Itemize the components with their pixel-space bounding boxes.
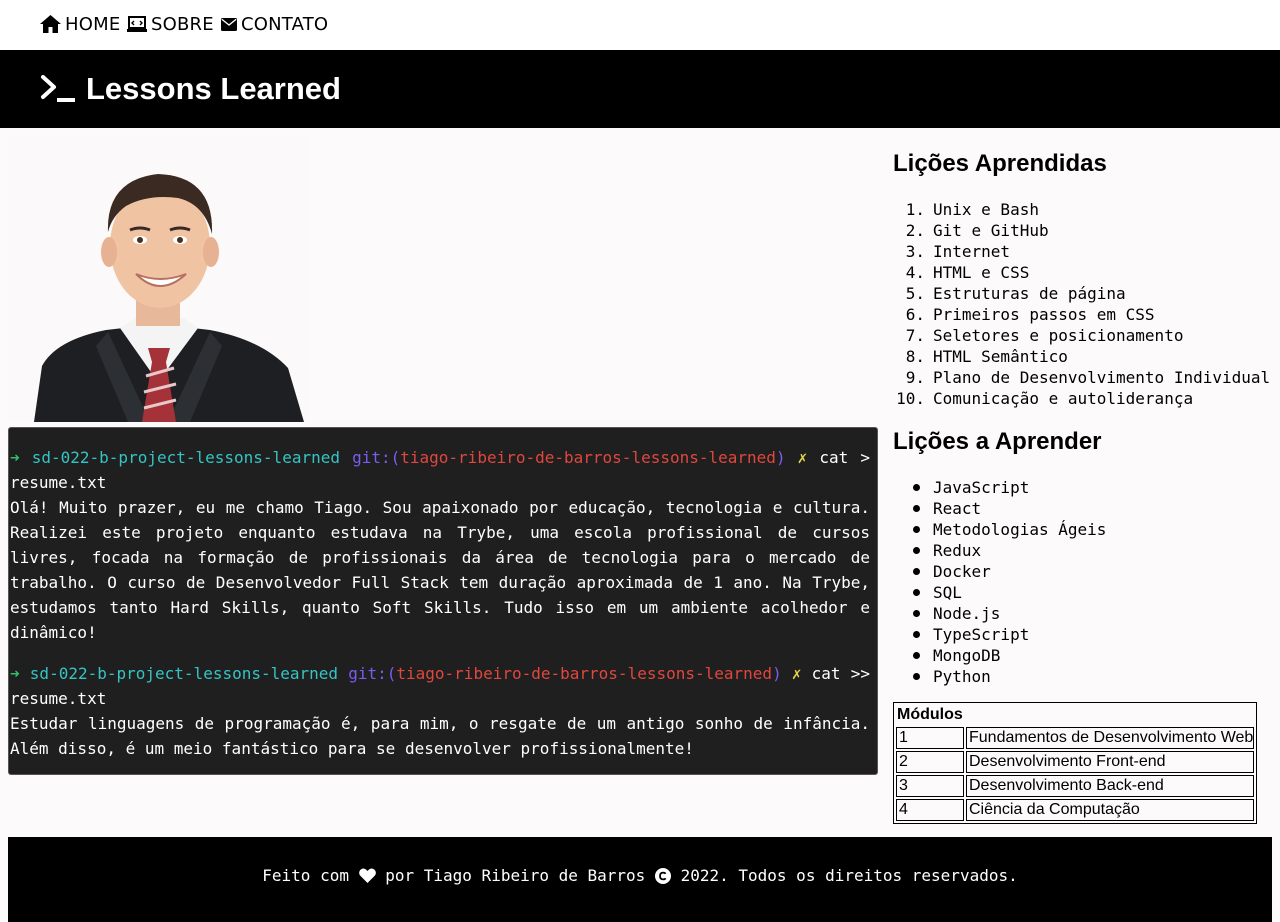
list-item: Python bbox=[893, 666, 1106, 687]
list-item: TypeScript bbox=[893, 624, 1106, 645]
bullet-icon bbox=[913, 589, 920, 596]
site-header: Lessons Learned bbox=[0, 50, 1280, 128]
footer-author: por Tiago Ribeiro de Barros bbox=[375, 866, 655, 885]
nav-home-label: HOME bbox=[65, 13, 121, 35]
table-cell-module: Fundamentos de Desenvolvimento Web bbox=[966, 727, 1254, 749]
terminal-branch-name: tiago-ribeiro-de-barros-lessons-learned bbox=[400, 448, 776, 467]
bullet-icon bbox=[913, 526, 920, 533]
top-navigation: HOME SOBRE CONTATO bbox=[0, 0, 1280, 50]
site-title: Lessons Learned bbox=[40, 50, 341, 128]
bullet-icon bbox=[913, 652, 920, 659]
list-item: SQL bbox=[893, 582, 1106, 603]
list-item: 9. Plano de Desenvolvimento Individual bbox=[905, 368, 1271, 387]
learned-list: 1. Unix e Bash 2. Git e GitHub 3. Internet … bbox=[893, 199, 1270, 409]
site-title-text: Lessons Learned bbox=[86, 71, 341, 106]
to-learn-list: JavaScript React Metodologias Ágeis Redu… bbox=[893, 477, 1106, 687]
terminal-repo-name: sd-022-b-project-lessons-learned bbox=[31, 448, 340, 467]
table-cell-num: 2 bbox=[896, 751, 964, 773]
nav-contato-link[interactable]: CONTATO bbox=[221, 12, 328, 36]
terminal-dirty-mark: ✗ bbox=[797, 448, 808, 467]
nav-sobre-label: SOBRE bbox=[151, 13, 214, 35]
table-cell-num: 1 bbox=[896, 727, 964, 749]
footer-text: Feito com por Tiago Ribeiro de Barros 20… bbox=[262, 866, 1017, 885]
terminal-git-prefix: git:( bbox=[348, 664, 397, 683]
modules-table-caption: Módulos bbox=[897, 706, 963, 723]
list-item: 7. Seletores e posicionamento bbox=[905, 326, 1184, 345]
terminal-file-1: resume.txt bbox=[10, 473, 107, 492]
prompt-arrow-icon: ➜ bbox=[10, 448, 20, 467]
terminal-git-suffix: ) bbox=[772, 664, 782, 683]
prompt-arrow-icon: ➜ bbox=[10, 664, 20, 683]
terminal-dirty-mark: ✗ bbox=[791, 664, 802, 683]
laptop-code-icon bbox=[127, 16, 147, 32]
profile-photo bbox=[8, 136, 308, 422]
list-item: Node.js bbox=[893, 603, 1106, 624]
terminal-repo-name: sd-022-b-project-lessons-learned bbox=[29, 664, 339, 683]
to-learn-heading: Lições a Aprender bbox=[893, 428, 1102, 455]
list-item: Docker bbox=[893, 561, 1106, 582]
heart-icon bbox=[358, 868, 376, 883]
terminal-entry-2: ➜ sd-022-b-project-lessons-learned git:(… bbox=[10, 661, 870, 761]
learned-heading: Lições Aprendidas bbox=[893, 150, 1107, 177]
terminal-git-prefix: git:( bbox=[352, 448, 401, 467]
footer-suffix: 2022. Todos os direitos reservados. bbox=[670, 866, 1018, 885]
terminal-icon bbox=[41, 75, 75, 102]
table-cell-module: Desenvolvimento Front-end bbox=[966, 751, 1254, 773]
site-footer: Feito com por Tiago Ribeiro de Barros 20… bbox=[8, 837, 1272, 922]
bullet-icon bbox=[913, 547, 920, 554]
table-cell-module: Desenvolvimento Back-end bbox=[966, 775, 1254, 797]
bullet-icon bbox=[913, 484, 920, 491]
bullet-icon bbox=[913, 568, 920, 575]
envelope-icon bbox=[221, 17, 237, 31]
bullet-icon bbox=[913, 610, 920, 617]
terminal-git-suffix: ) bbox=[775, 448, 786, 467]
footer-prefix: Feito com bbox=[262, 866, 359, 885]
terminal-output-1: Olá! Muito prazer, eu me chamo Tiago. So… bbox=[10, 498, 870, 642]
nav-sobre-link[interactable]: SOBRE bbox=[127, 12, 214, 36]
list-item: JavaScript bbox=[893, 477, 1106, 498]
list-item: Redux bbox=[893, 540, 1106, 561]
list-item: 6. Primeiros passos em CSS bbox=[905, 305, 1155, 324]
modules-table: Módulos 1 Fundamentos de Desenvolvimento… bbox=[893, 702, 1257, 824]
nav-home-link[interactable]: HOME bbox=[40, 12, 120, 36]
list-item: 3. Internet bbox=[905, 242, 1011, 261]
table-cell-module: Ciência da Computação bbox=[966, 799, 1254, 821]
list-item: 4. HTML e CSS bbox=[905, 263, 1030, 282]
nav-contato-label: CONTATO bbox=[241, 13, 329, 35]
table-cell-num: 3 bbox=[896, 775, 964, 797]
terminal-output-2: Estudar linguagens de programação é, par… bbox=[10, 714, 870, 758]
list-item: 8. HTML Semântico bbox=[905, 347, 1068, 366]
table-cell-num: 4 bbox=[896, 799, 964, 821]
list-item: 5. Estruturas de página bbox=[905, 284, 1126, 303]
terminal-command-1: cat > bbox=[819, 448, 871, 467]
terminal-file-2: resume.txt bbox=[10, 689, 107, 708]
list-item: 1. Unix e Bash bbox=[905, 200, 1039, 219]
home-icon bbox=[40, 15, 61, 33]
terminal-command-2: cat >> bbox=[811, 664, 870, 683]
copyright-icon bbox=[654, 867, 671, 884]
bullet-icon bbox=[913, 631, 920, 638]
terminal-branch-name: tiago-ribeiro-de-barros-lessons-learned bbox=[396, 664, 773, 683]
list-item: React bbox=[893, 498, 1106, 519]
bullet-icon bbox=[913, 673, 920, 680]
bullet-icon bbox=[913, 505, 920, 512]
terminal-window: ➜ sd-022-b-project-lessons-learned git:(… bbox=[8, 427, 878, 775]
list-item: 2. Git e GitHub bbox=[905, 221, 1049, 240]
list-item: MongoDB bbox=[893, 645, 1106, 666]
terminal-entry-1: ➜ sd-022-b-project-lessons-learned git:(… bbox=[10, 445, 870, 645]
list-item: 10. Comunicação e autoliderança bbox=[896, 389, 1194, 408]
list-item: Metodologias Ágeis bbox=[893, 519, 1106, 540]
